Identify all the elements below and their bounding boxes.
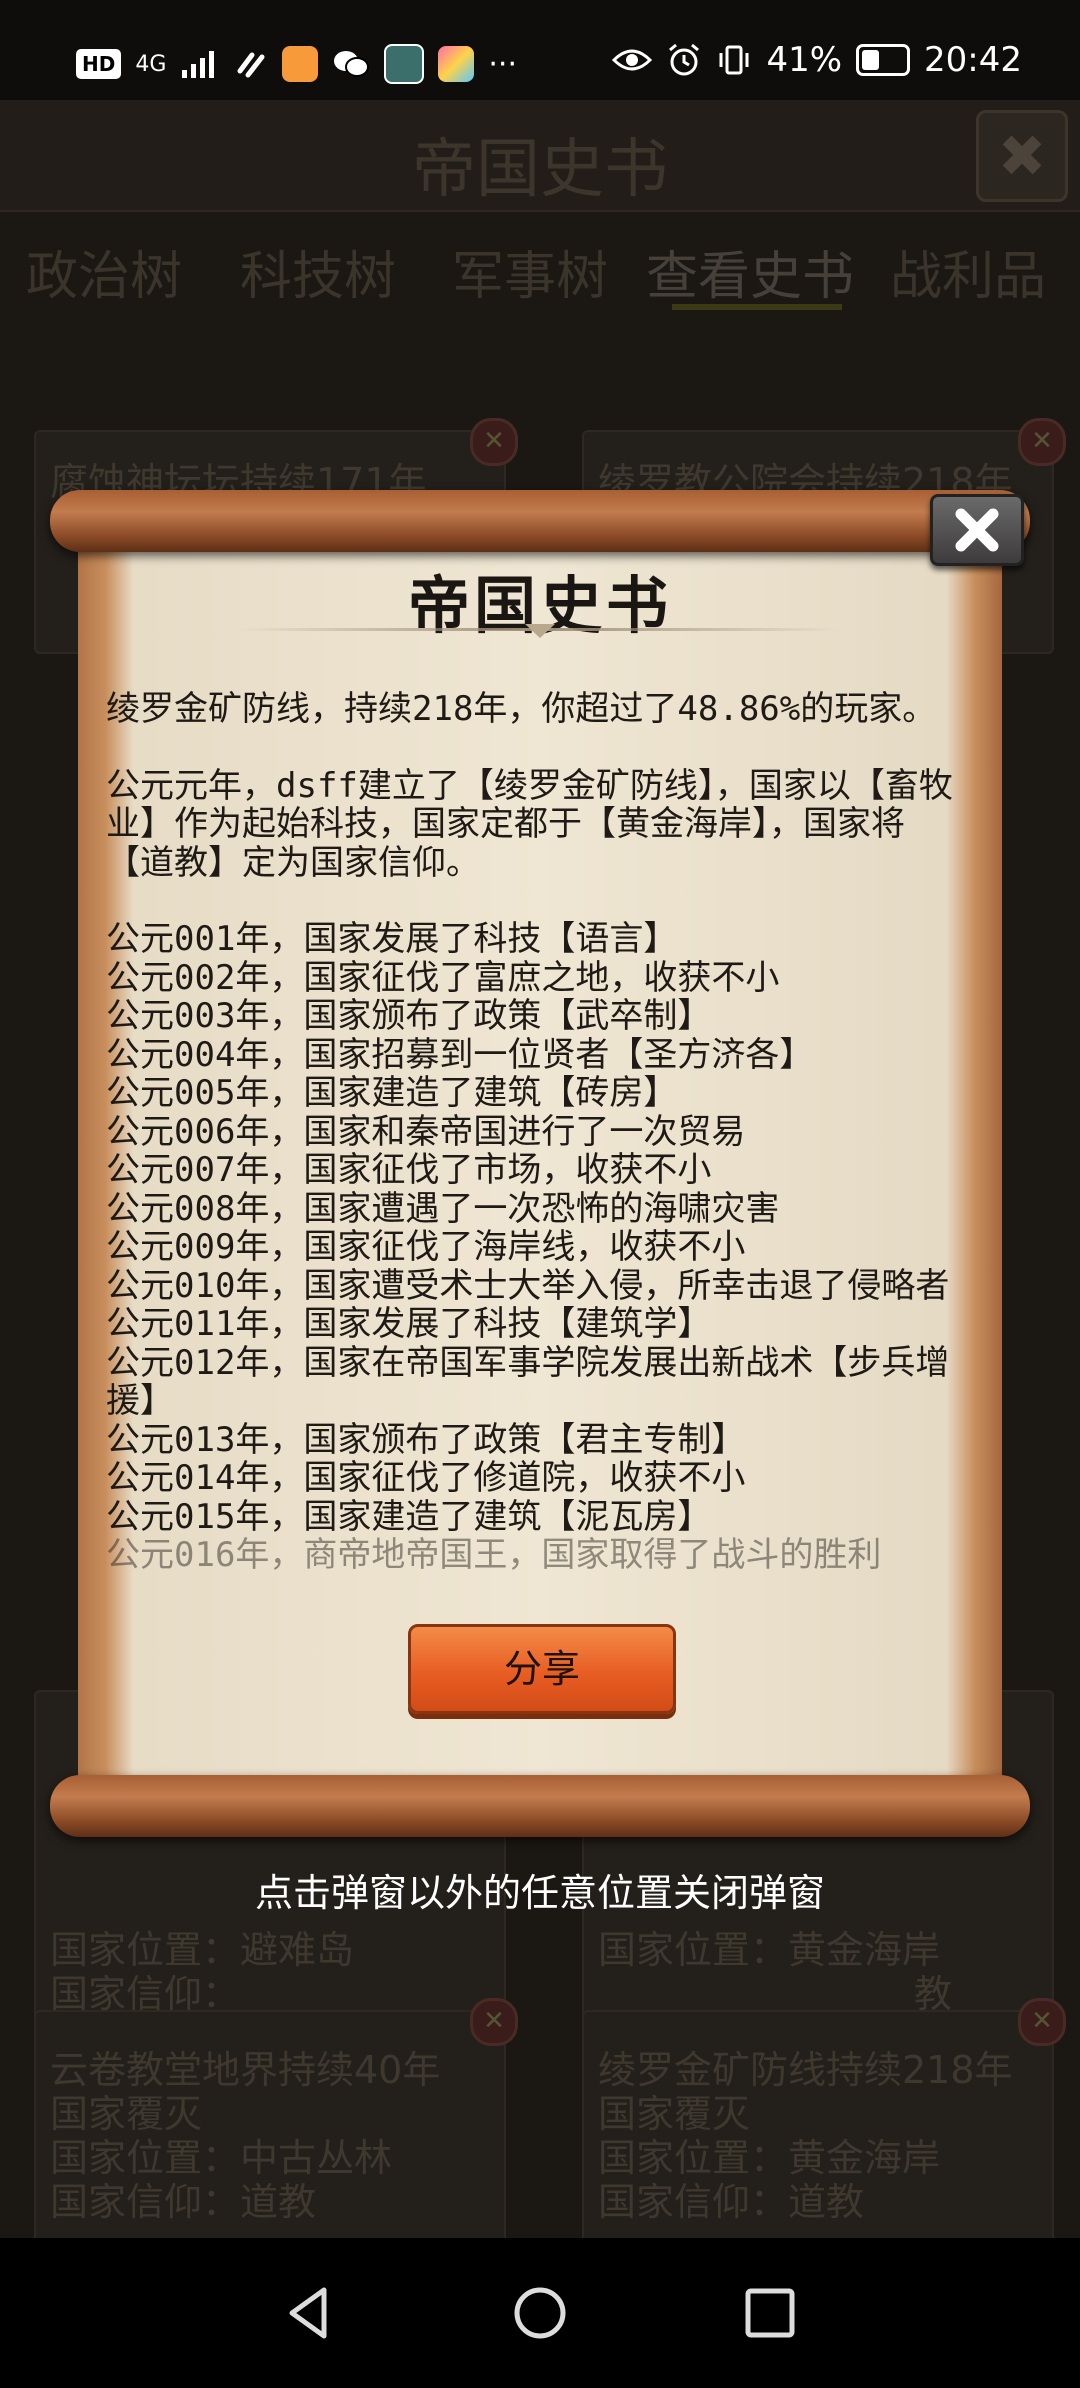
card-line: 绫罗金矿防线持续218年: [598, 2048, 1013, 2092]
card-close-icon: ✕: [1018, 1998, 1066, 2046]
soul-app-icon: [384, 44, 425, 84]
tab-politics: 政治树: [26, 247, 183, 307]
card-close-icon: ✕: [470, 418, 518, 466]
history-event: 公元012年，国家在帝国军事学院发展出新战术【步兵增援】: [106, 1342, 950, 1421]
history-event: 公元006年，国家和秦帝国进行了一次贸易: [106, 1111, 746, 1152]
close-button[interactable]: [930, 494, 1024, 566]
tab-spoils: 战利品: [890, 247, 1047, 307]
battery-icon: [856, 44, 911, 76]
background-title: 帝国史书: [412, 133, 668, 207]
vibrate-icon: [719, 45, 749, 75]
card-line: 云卷教堂地界持续40年: [50, 2048, 441, 2092]
home-circle-icon[interactable]: [505, 2278, 575, 2348]
history-event: 公元008年，国家遭遇了一次恐怖的海啸灾害: [106, 1188, 780, 1229]
history-founding: 公元元年，dsff建立了【绫罗金矿防线】，国家以【畜牧业】作为起始科技，国家定都…: [106, 765, 953, 883]
signal-icon: [182, 51, 215, 78]
title-divider-ornament: [525, 624, 555, 638]
eye-icon: [612, 49, 653, 71]
history-event: 公元002年，国家征伐了富庶之地，收获不小: [106, 957, 780, 998]
link-icon: [237, 52, 265, 78]
alarm-icon: [669, 43, 700, 76]
back-triangle-icon[interactable]: [274, 2278, 344, 2348]
card-line: 国家信仰：道教: [50, 2180, 317, 2224]
background-card: ✕ 云卷教堂地界持续40年 国家覆灭 国家位置：中古丛林 国家信仰：道教: [34, 1998, 518, 2262]
background-tabs: 政治树 科技树 军事树 查看史书 战利品: [0, 220, 1080, 320]
card-line: 国家覆灭: [598, 2092, 751, 2136]
app-notification-icon: [282, 46, 319, 82]
history-event: 公元009年，国家征伐了海岸线，收获不小: [106, 1227, 746, 1267]
history-text-area[interactable]: 绫罗金矿防线，持续218年，你超过了48.86%的玩家。 公元元年，dsff建立…: [106, 690, 972, 1600]
tab-military: 军事树: [452, 247, 609, 307]
navigation-bar: [0, 2238, 1080, 2388]
hd-badge: HD: [76, 49, 122, 79]
history-event: 公元001年，国家发展了科技【语言】: [106, 919, 678, 959]
scroll-rod-bottom: [50, 1775, 1030, 1837]
status-left: HD 4G ···: [76, 44, 517, 84]
history-event: 公元015年，国家建造了建筑【泥瓦房】: [106, 1496, 712, 1537]
clock: 20:42: [924, 40, 1022, 80]
card-close-icon: ✕: [470, 1998, 518, 2046]
history-event: 公元013年，国家颁布了政策【君主专制】: [106, 1419, 746, 1460]
share-button[interactable]: 分享: [408, 1624, 676, 1714]
status-right: 41% 20:42: [612, 40, 1022, 80]
tab-technology: 科技树: [240, 247, 397, 307]
history-event: 公元014年，国家征伐了修道院，收获不小: [106, 1458, 746, 1498]
history-summary: 绫罗金矿防线，持续218年，你超过了48.86%的玩家。: [106, 690, 937, 729]
active-tab-indicator: [672, 304, 842, 310]
history-event: 公元016年，商帝地帝国王，国家取得了战斗的胜利: [106, 1535, 882, 1575]
card-close-icon: ✕: [1018, 418, 1066, 466]
scroll-rod-top: [50, 490, 1030, 552]
card-line: 国家覆灭: [50, 2092, 203, 2136]
tab-history: 查看史书: [646, 247, 855, 307]
card-line: 国家位置：黄金海岸: [598, 2136, 941, 2180]
history-event: 公元004年，国家招募到一位贤者【圣方济各】: [106, 1034, 814, 1075]
background-close-icon: ✖: [976, 110, 1068, 202]
history-event: 公元010年，国家遭受术士大举入侵，所幸击退了侵略者: [106, 1265, 950, 1306]
history-event: 公元007年，国家征伐了市场，收获不小: [106, 1150, 712, 1190]
colorful-app-icon: [438, 46, 475, 82]
history-event: 公元003年，国家颁布了政策【武卒制】: [106, 996, 712, 1036]
more-notifications: ···: [488, 46, 517, 82]
close-icon: [955, 508, 999, 552]
history-event-list: 公元001年，国家发展了科技【语言】 公元002年，国家征伐了富庶之地，收获不小公…: [106, 920, 972, 1575]
background-header: 帝国史书 ✖: [0, 100, 1080, 212]
battery-percent: 41%: [766, 40, 843, 80]
network-type: 4G: [135, 51, 167, 77]
history-event: 公元005年，国家建造了建筑【砖房】: [106, 1073, 678, 1113]
card-line: 国家信仰：道教: [598, 2180, 865, 2224]
card-line: 国家位置：中古丛林: [50, 2136, 393, 2180]
card-line: 国家位置：避难岛: [50, 1928, 355, 1972]
dismiss-hint: 点击弹窗以外的任意位置关闭弹窗: [254, 1871, 825, 1915]
history-event: 公元011年，国家发展了科技【建筑学】: [106, 1304, 712, 1344]
wechat-icon: [334, 51, 370, 77]
recents-square-icon[interactable]: [735, 2278, 805, 2348]
background-card: ✕ 绫罗金矿防线持续218年 国家覆灭 国家位置：黄金海岸 国家信仰：道教: [582, 1998, 1066, 2262]
card-line: 国家位置：黄金海岸: [598, 1928, 941, 1972]
